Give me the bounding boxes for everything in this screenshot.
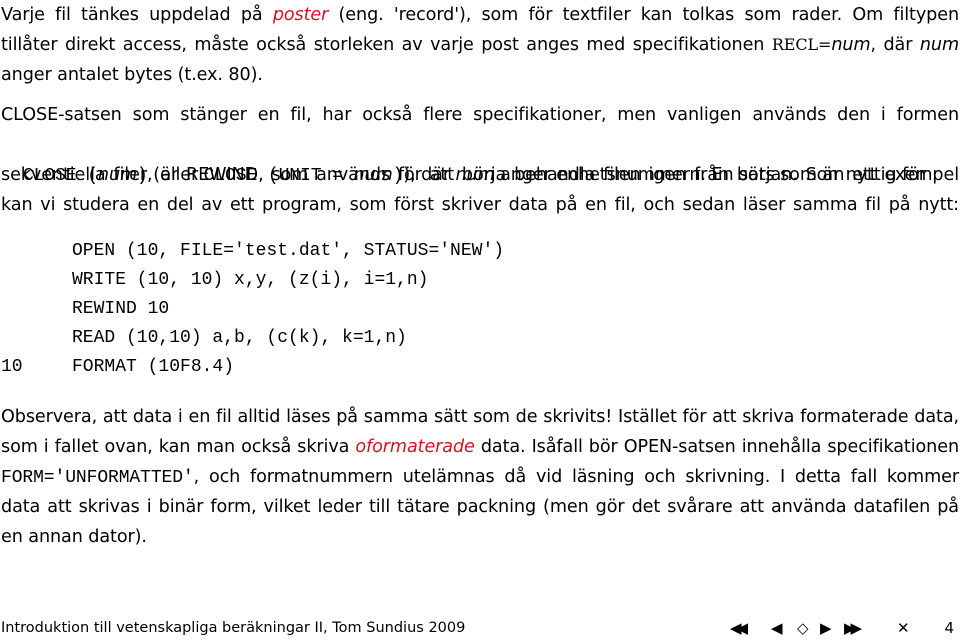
emphasis-term: poster <box>272 5 329 25</box>
text-line: tillåter direkt access, måste också stor… <box>1 30 959 60</box>
text-line: Varje fil tänkes uppdelad på poster (eng… <box>1 0 959 30</box>
text-span: data. Isåfall bör OPEN-satsen innehålla … <box>474 437 959 457</box>
text-span: (eng. 'record'), som för textfiler kan t… <box>328 5 960 25</box>
text-span: , där <box>870 35 920 55</box>
navigation-controls: ◀◀ ◀ ◇ ▶ ▶▶ ✕ <box>730 619 960 637</box>
back-button[interactable]: ◇ <box>797 619 809 637</box>
code-line: READ (10,10) a,b, (c(k), k=1,n) <box>72 328 407 348</box>
text-span: , och formatnummern utelämnas då vid läs… <box>193 467 959 487</box>
page-number: 4 <box>944 619 954 637</box>
slide-footer: Introduktion till vetenskapliga beräknin… <box>0 617 960 639</box>
right-arrow-icon: ▶ <box>820 619 832 637</box>
text-span: Varje fil tänkes uppdelad på <box>1 5 273 25</box>
code-inline: RECL= <box>771 35 832 54</box>
double-left-arrow-icon: ◀◀ <box>730 619 748 637</box>
text-line: CLOSE-satsen som stänger en fil, har ock… <box>1 105 959 125</box>
text-line: FORM='UNFORMATTED', och formatnummern ut… <box>1 462 959 492</box>
text-line: en annan dator). <box>1 527 147 547</box>
text-line: CLOSE (num) (eller CLOSE (UNIT = num)), … <box>1 130 926 186</box>
code-block: OPEN (10, FILE='test.dat', STATUS='NEW')… <box>0 237 960 387</box>
code-inline: FORM='UNFORMATTED' <box>1 468 194 488</box>
first-page-button[interactable]: ◀◀ <box>730 619 748 637</box>
code-line: OPEN (10, FILE='test.dat', STATUS='NEW') <box>72 241 505 261</box>
close-icon: ✕ <box>897 619 910 637</box>
text-line: data att skrivas i binär form, vilket le… <box>1 497 959 517</box>
left-arrow-icon: ◀ <box>771 619 783 637</box>
code-line: WRITE (10, 10) x,y, (z(i), i=1,n) <box>72 270 429 290</box>
code-line: REWIND 10 <box>72 299 170 319</box>
text-line: Observera, att data i en fil alltid läse… <box>1 407 959 427</box>
text-line: kan vi studera en del av ett program, so… <box>1 195 959 215</box>
emphasis-term: oformaterade <box>355 437 475 457</box>
text-line: sekventiella filer, är REWIND, som använ… <box>1 165 959 185</box>
variable-name: num <box>919 35 959 55</box>
double-right-arrow-icon: ▶▶ <box>844 619 862 637</box>
text-span: som i fallet ovan, kan man också skriva <box>1 437 356 457</box>
variable-name: num <box>831 35 871 55</box>
close-button[interactable]: ✕ <box>897 619 910 637</box>
text-span: tillåter direkt access, måste också stor… <box>1 35 772 55</box>
previous-page-button[interactable]: ◀ <box>771 619 783 637</box>
footer-title: Introduktion till vetenskapliga beräknin… <box>1 620 466 636</box>
text-line: som i fallet ovan, kan man också skriva … <box>1 432 959 462</box>
code-line: FORMAT (10F8.4) <box>72 357 235 377</box>
text-line: anger antalet bytes (t.ex. 80). <box>1 65 263 85</box>
last-page-button[interactable]: ▶▶ <box>844 619 862 637</box>
next-page-button[interactable]: ▶ <box>820 619 832 637</box>
statement-label: 10 <box>1 357 23 377</box>
diamond-icon: ◇ <box>797 619 809 637</box>
